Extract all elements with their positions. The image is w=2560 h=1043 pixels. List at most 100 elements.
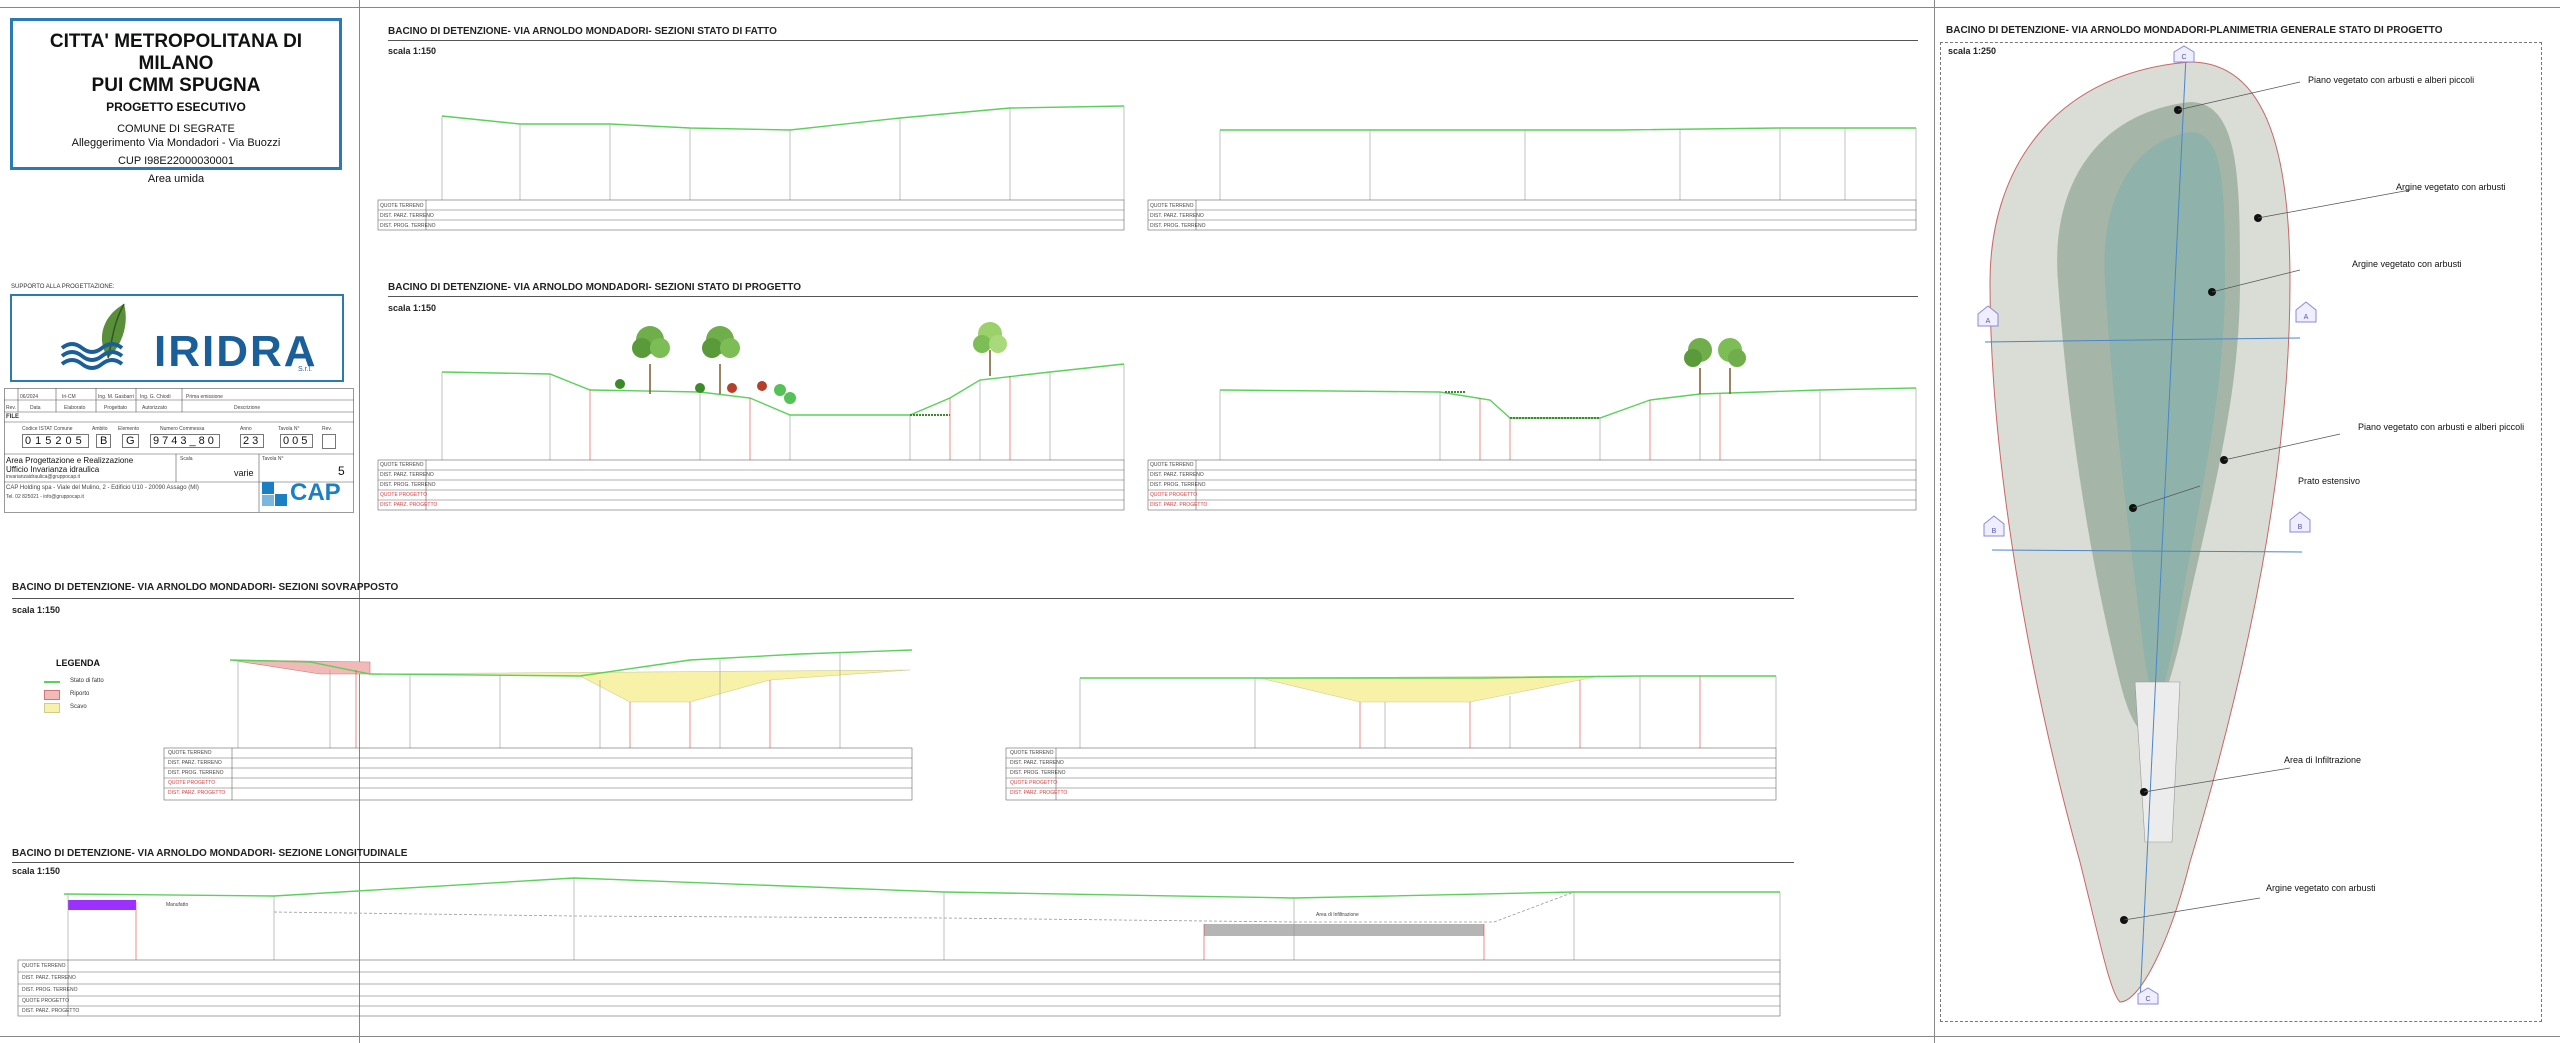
rev-header-prog: Progettato — [104, 405, 128, 411]
section-progetto-1 — [377, 322, 1125, 511]
sov2-row-quote: QUOTE TERRENO — [1010, 750, 1054, 756]
long-label-inlet: Manufatto — [166, 902, 189, 908]
long-row-prog: DIST. PROG. TERRENO — [22, 987, 78, 993]
code-tavola: 005 — [280, 434, 314, 448]
sov1-row-quote: QUOTE TERRENO — [168, 750, 212, 756]
project-title: PUI CMM SPUGNA — [91, 75, 261, 96]
office-email: invarianzaidraulica@gruppocap.it — [6, 474, 81, 480]
prog2-row-prog: DIST. PROG. TERRENO — [1150, 482, 1206, 488]
code-commessa: 9743_80 — [150, 434, 220, 448]
marker-b-right: B — [2298, 524, 2303, 531]
office-unit: Ufficio Invarianza idraulica — [6, 465, 100, 474]
section-fatto-1 — [377, 105, 1125, 231]
prog1-row-prog: DIST. PROG. TERRENO — [380, 482, 436, 488]
rev-header-desc: Descrizione — [234, 405, 261, 411]
section-sovrapposto-2 — [1005, 675, 1777, 801]
rule-longitudinale — [12, 862, 1794, 863]
plan-label-3: Argine vegetato con arbusti — [2352, 259, 2462, 269]
rev-cell-prog: Ing. M. Gasbarri — [98, 394, 134, 400]
sov1-row-dprog: DIST. PARZ. PROGETTO — [168, 790, 226, 796]
rev-cell-auth: Ing. G. Chiodi — [140, 394, 171, 400]
plan-label-2: Argine vegetato con arbusti — [2396, 182, 2506, 192]
legend-swatch-riporto — [44, 690, 60, 700]
cup-label: CUP I98E22000030001 — [117, 155, 234, 167]
prog2-row-dprog: DIST. PARZ. PROGETTO — [1150, 502, 1208, 508]
legend-label-fatto: Stato di fatto — [70, 678, 104, 684]
municipality-label: COMUNE DI SEGRATE — [117, 123, 235, 135]
rev-header-rev: Rev. — [6, 405, 16, 411]
iridra-logo: IRIDRA S.r.l. — [10, 294, 344, 382]
section-progetto-2 — [1147, 338, 1917, 511]
sheet-label: Tavola N° — [262, 456, 284, 462]
long-row-qprog: QUOTE PROGETTO — [22, 998, 70, 1004]
title-block: CITTA' METROPOLITANA DI MILANO PUI CMM S… — [10, 18, 342, 185]
long-infiltration-block — [1204, 924, 1484, 936]
phase-label: PROGETTO ESECUTIVO — [106, 100, 246, 114]
scale-stato-fatto: scala 1:150 — [388, 46, 437, 56]
code-header-ambito: Ambito — [92, 426, 108, 432]
sov2-row-parz: DIST. PARZ. TERRENO — [1010, 760, 1064, 766]
marker-c-top: C — [2181, 54, 2186, 61]
legend-swatch-fatto — [44, 681, 60, 683]
subject-label: Alleggerimento Via Mondadori - Via Buozz… — [71, 137, 281, 149]
scale-value: varie — [234, 468, 254, 478]
code-elemento: G — [122, 434, 139, 448]
fatto1-row-prog: DIST. PROG. TERRENO — [380, 223, 436, 229]
sov2-row-dprog: DIST. PARZ. PROGETTO — [1010, 790, 1068, 796]
tree-group-2 — [1684, 338, 1746, 394]
logo-text: IRIDRA — [154, 327, 318, 376]
code-rev — [322, 434, 336, 449]
code-istat: 015205 — [22, 434, 89, 448]
sheet-bottom-border — [0, 1036, 2560, 1037]
rev-cell-desc: Prima emissione — [186, 394, 223, 400]
sheet-value: 5 — [338, 464, 345, 478]
area-label: Area umida — [147, 173, 205, 185]
support-label: SUPPORTO ALLA PROGETTAZIONE: — [11, 284, 115, 290]
code-header-rev: Rev. — [322, 426, 332, 432]
cap-logo: CAP — [262, 480, 346, 508]
long-row-parz: DIST. PARZ. TERRENO — [22, 975, 76, 981]
marker-b-left: B — [1992, 528, 1997, 535]
title-planimetria: BACINO DI DETENZIONE- VIA ARNOLDO MONDAD… — [1946, 25, 2443, 36]
title-stato-progetto: BACINO DI DETENZIONE- VIA ARNOLDO MONDAD… — [388, 282, 801, 293]
section-sovrapposto-1 — [163, 649, 913, 801]
prog2-row-qprog: QUOTE PROGETTO — [1150, 492, 1198, 498]
code-header-elemento: Elemento — [118, 426, 140, 432]
prog1-row-parz: DIST. PARZ. TERRENO — [380, 472, 434, 478]
title-longitudinale: BACINO DI DETENZIONE- VIA ARNOLDO MONDAD… — [12, 848, 408, 859]
code-header-istat: Codice ISTAT Comune — [22, 426, 73, 432]
marker-a-right: A — [2304, 314, 2309, 321]
long-row-quote: QUOTE TERRENO — [22, 963, 66, 969]
marker-a-left: A — [1986, 318, 1991, 325]
entity-title: CITTA' METROPOLITANA DI MILANO — [49, 31, 303, 74]
legend-label-scavo: Scavo — [70, 704, 87, 710]
scale-label: Scala — [180, 456, 193, 462]
rule-stato-progetto — [388, 296, 1918, 297]
fatto2-row-parz: DIST. PARZ. TERRENO — [1150, 213, 1204, 219]
plan-label-7: Argine vegetato con arbusti — [2266, 883, 2376, 893]
rev-header-auth: Autorizzato — [142, 405, 168, 411]
legend-label-riporto: Riporto — [70, 691, 90, 697]
cap-logo-mark — [262, 482, 287, 506]
code-anno: 23 — [240, 434, 265, 448]
fatto2-row-quote: QUOTE TERRENO — [1150, 203, 1194, 209]
sheet-divider-right — [1934, 0, 1935, 1043]
long-inlet-block — [68, 900, 136, 910]
legend-title: LEGENDA — [56, 658, 101, 668]
file-label: FILE — [6, 414, 19, 420]
prog1-row-qprog: QUOTE PROGETTO — [380, 492, 428, 498]
plan-label-6: Area di Infiltrazione — [2284, 755, 2362, 765]
prog2-row-quote: QUOTE TERRENO — [1150, 462, 1194, 468]
sheet-top-border — [0, 7, 2560, 8]
marker-c-bottom: C — [2145, 996, 2150, 1003]
prog1-row-quote: QUOTE TERRENO — [380, 462, 424, 468]
sov1-row-parz: DIST. PARZ. TERRENO — [168, 760, 222, 766]
code-ambito: B — [96, 434, 112, 448]
rev-header-date: Data — [30, 405, 41, 411]
company-contact: Tel. 02 825021 - info@gruppocap.it — [6, 494, 84, 500]
sov2-row-prog: DIST. PROG. TERRENO — [1010, 770, 1066, 776]
rev-cell-elab: Iri-CM — [62, 394, 76, 400]
title-sovrapposto: BACINO DI DETENZIONE- VIA ARNOLDO MONDAD… — [12, 582, 399, 593]
scale-sovrapposto: scala 1:150 — [12, 605, 61, 615]
title-stato-fatto: BACINO DI DETENZIONE- VIA ARNOLDO MONDAD… — [388, 26, 777, 37]
